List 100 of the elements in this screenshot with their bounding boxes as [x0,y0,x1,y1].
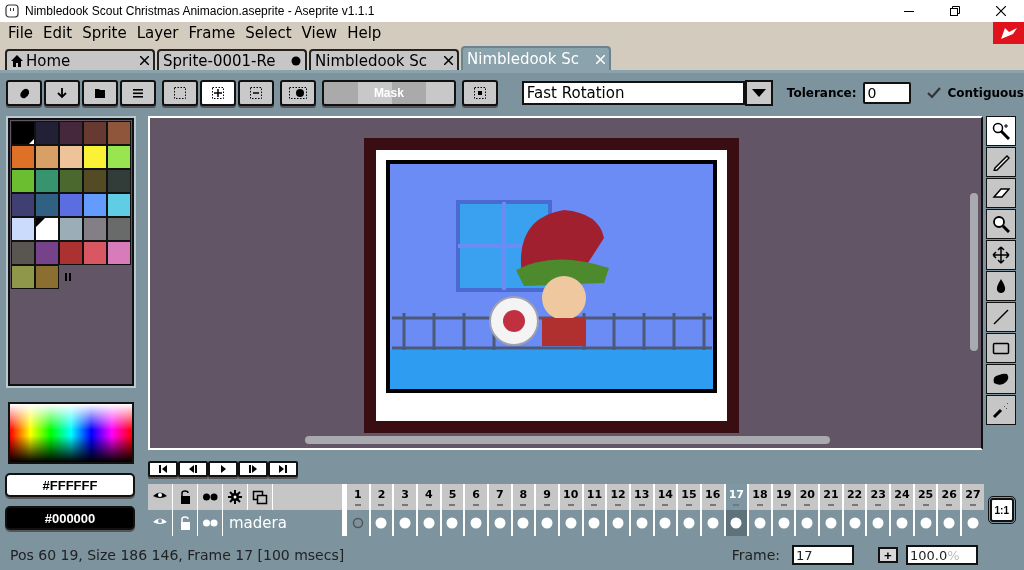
cel-icon[interactable] [493,516,506,530]
cel-icon[interactable] [541,516,554,530]
frame-header[interactable]: 12 [605,484,629,510]
color-swatch[interactable] [35,121,59,145]
dropdown-button[interactable] [744,80,773,106]
color-swatch[interactable] [35,145,59,169]
cel-icon[interactable] [422,516,435,530]
transparent-color-button[interactable] [280,80,316,106]
color-swatch[interactable] [11,265,35,289]
color-swatch[interactable] [35,265,59,289]
color-swatch[interactable] [107,169,131,193]
pivot-button[interactable] [461,80,498,106]
toolbar-button[interactable] [120,80,156,106]
color-swatch[interactable] [35,169,59,193]
menu-item[interactable]: Layer [134,24,187,42]
cel-icon[interactable] [754,516,766,530]
cel-icon[interactable] [730,516,743,530]
frame-header[interactable]: 6 [463,484,487,510]
resize-handle-icon[interactable] [65,272,71,282]
menu-item[interactable]: Sprite [80,24,135,42]
frame-header[interactable]: 2 [368,484,393,510]
cel-icon[interactable] [470,516,483,530]
menu-item[interactable]: Help [345,24,390,42]
frame-header[interactable]: 19 [770,484,795,510]
frame-header[interactable]: 20 [794,484,819,510]
cel-icon[interactable] [683,516,695,530]
color-swatch[interactable] [59,121,83,145]
toolbar-button[interactable] [6,80,42,106]
cel-icon[interactable] [375,516,388,530]
restore-icon[interactable] [950,6,960,16]
close-icon[interactable] [996,6,1006,16]
tool-button[interactable] [986,364,1016,394]
zoom-ratio-button[interactable]: 1:1 [989,498,1014,522]
color-swatch[interactable] [83,241,107,265]
cel-icon[interactable] [564,516,577,530]
playback-button[interactable] [178,461,208,477]
color-swatch[interactable] [83,193,107,217]
color-swatch[interactable] [11,121,35,145]
rotation-dropdown[interactable]: Fast Rotation [521,81,745,105]
tool-button[interactable] [986,116,1016,146]
add-frame-button[interactable]: + [878,547,898,563]
color-swatch[interactable] [107,241,131,265]
tool-button[interactable] [986,178,1016,208]
color-swatch[interactable] [59,145,83,169]
scrollbar[interactable] [305,436,830,444]
color-swatch[interactable] [107,121,131,145]
frame-header[interactable]: 24 [889,484,913,510]
playback-button[interactable] [148,461,178,477]
color-swatch[interactable] [11,145,35,169]
color-swatch[interactable] [35,241,59,265]
tab[interactable]: Home [5,49,155,70]
tool-button[interactable] [986,395,1016,425]
frame-header[interactable]: 1 [345,484,369,510]
cel-icon[interactable] [919,516,932,530]
playback-button[interactable] [208,461,238,477]
cel-icon[interactable] [517,516,530,530]
color-swatch[interactable] [11,193,35,217]
cel-icon[interactable] [635,516,648,530]
frame-header[interactable]: 8 [510,484,535,510]
selection-mode-button[interactable] [238,80,274,106]
tool-button[interactable] [986,147,1016,177]
cel-icon[interactable] [943,516,956,530]
cel-icon[interactable] [588,516,601,530]
checkbox[interactable] [927,87,942,99]
color-swatch[interactable] [107,145,131,169]
frame-header[interactable]: 5 [439,484,464,510]
tolerance-field[interactable]: 0 [862,82,912,104]
cel-icon[interactable] [848,516,861,530]
color-swatch[interactable] [11,217,35,241]
color-swatch[interactable] [83,121,107,145]
cel-icon[interactable] [399,516,412,530]
frame-header[interactable]: 9 [534,484,558,510]
cel-icon[interactable] [895,516,908,530]
foreground-color-button[interactable]: #FFFFFF [5,473,135,497]
color-swatch[interactable] [107,217,131,241]
cel-icon[interactable] [612,516,625,530]
frame-header[interactable]: 16 [699,484,724,510]
gear-icon[interactable] [227,489,243,505]
frame-header[interactable]: 27 [960,484,984,510]
cel-icon[interactable] [824,516,837,530]
color-swatch[interactable] [35,217,59,241]
color-spectrum[interactable] [8,402,134,464]
color-swatch[interactable] [59,193,83,217]
frame-header[interactable]: 23 [865,484,890,510]
playback-button[interactable] [268,461,298,477]
color-swatch[interactable] [59,241,83,265]
color-swatch[interactable] [59,217,83,241]
color-swatch[interactable] [107,193,131,217]
cel-icon[interactable] [446,516,459,530]
canvas-area[interactable] [148,116,983,450]
toolbar-button[interactable] [44,80,80,106]
zoom-field[interactable]: 100.0% [906,545,978,565]
frame-header[interactable]: 15 [676,484,700,510]
frame-header[interactable]: 13 [628,484,653,510]
close-icon[interactable] [444,56,453,65]
menu-item[interactable]: File [6,24,42,42]
selection-mode-button[interactable] [200,80,236,106]
frame-header[interactable]: 3 [392,484,416,510]
frame-field[interactable]: 17 [792,545,854,565]
tool-button[interactable] [986,240,1016,270]
